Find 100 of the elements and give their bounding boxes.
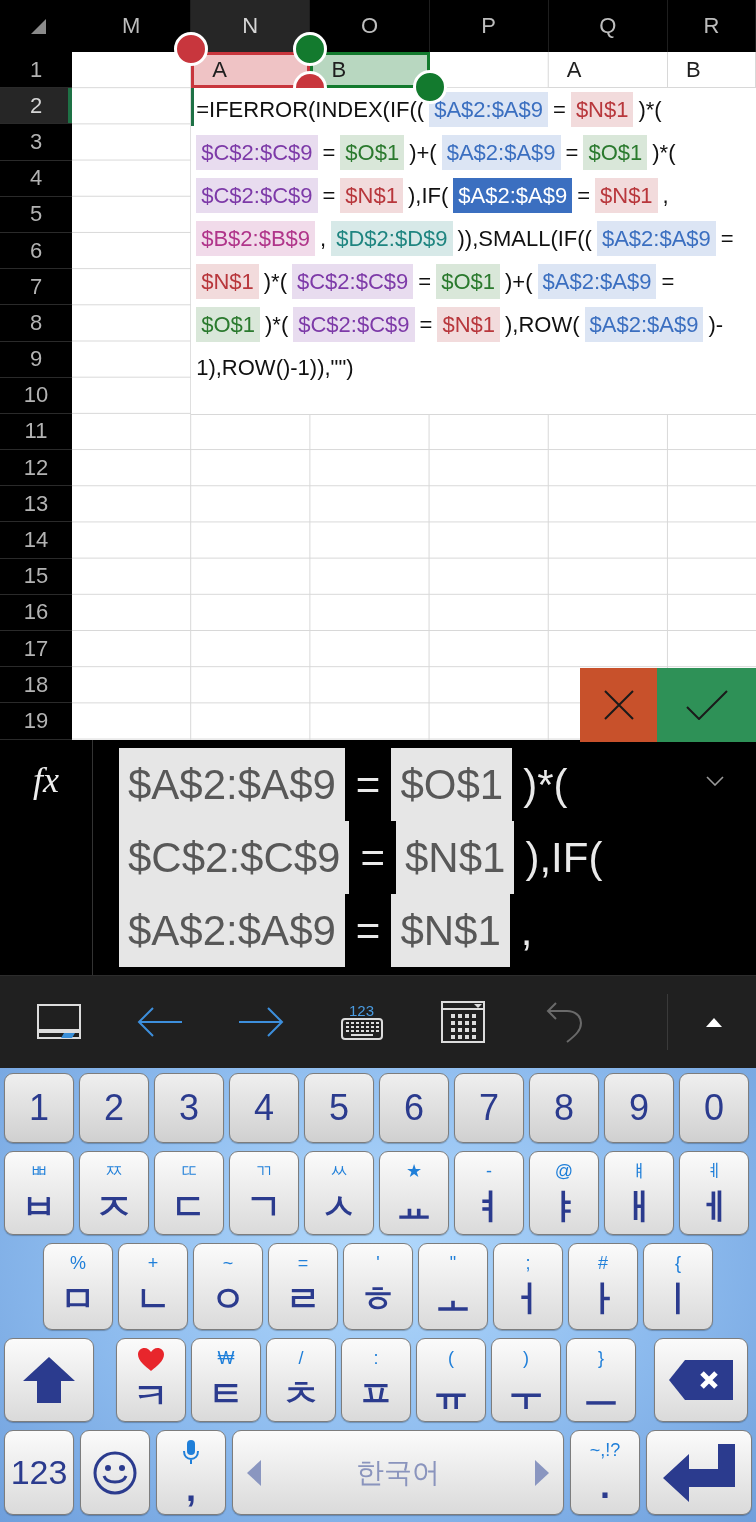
formula-text: = bbox=[322, 182, 336, 211]
cell-reference: $N$1 bbox=[391, 894, 510, 967]
cell-reference: $A$2:$A$9 bbox=[584, 307, 704, 343]
select-all-icon[interactable] bbox=[31, 19, 46, 34]
monitor-icon[interactable] bbox=[36, 1004, 81, 1040]
backspace-key[interactable] bbox=[654, 1338, 748, 1422]
microphone-icon bbox=[183, 1440, 199, 1464]
keyboard-key[interactable]: 123 bbox=[4, 1430, 74, 1515]
keyboard-key[interactable]: % ㅁ bbox=[43, 1243, 113, 1330]
arrow-up-icon bbox=[23, 1357, 75, 1403]
keyboard-key[interactable]: ' ㅎ bbox=[343, 1243, 413, 1330]
keyboard-key[interactable]: ㄲ ㄱ bbox=[229, 1151, 299, 1235]
formula-text: )+( bbox=[505, 268, 533, 297]
cell-editor[interactable] bbox=[191, 88, 756, 415]
cell-reference: $D$2:$D$9 bbox=[331, 221, 453, 257]
insert-function-button[interactable]: fx bbox=[33, 760, 59, 800]
keyboard-key[interactable]: 4 bbox=[229, 1073, 299, 1143]
formula-text: )*( bbox=[265, 311, 289, 340]
cell-reference: $C$2:$C$9 bbox=[119, 821, 350, 894]
keyboard-key[interactable]: 9 bbox=[604, 1073, 674, 1143]
keyboard-key[interactable]: 1 bbox=[4, 1073, 74, 1143]
keyboard-key[interactable]: 6 bbox=[379, 1073, 449, 1143]
close-icon bbox=[603, 690, 634, 720]
keyboard-key[interactable]: + ㄴ bbox=[118, 1243, 188, 1330]
cell-reference: $C$2:$C$9 bbox=[293, 307, 415, 343]
shift-key[interactable] bbox=[4, 1338, 94, 1422]
keyboard-key[interactable]: 8 bbox=[529, 1073, 599, 1143]
keyboard-key[interactable]: 0 bbox=[679, 1073, 749, 1143]
formula-text: ),IF( bbox=[525, 832, 603, 883]
chevron-down-icon[interactable] bbox=[706, 776, 724, 786]
keyboard-key[interactable]: # ㅏ bbox=[568, 1243, 638, 1330]
cell-reference: $A$2:$A$9 bbox=[119, 894, 345, 967]
keyboard-key[interactable]: 2 bbox=[79, 1073, 149, 1143]
keyboard-key[interactable]: ㅒ ㅐ bbox=[604, 1151, 674, 1235]
formula-text: , bbox=[662, 182, 669, 211]
formula-text: = bbox=[355, 905, 381, 956]
keyboard-key[interactable]: ( ㅠ bbox=[416, 1338, 486, 1422]
keyboard-key[interactable]: ㅆ ㅅ bbox=[304, 1151, 374, 1235]
cell-reference: $N$1 bbox=[340, 178, 403, 214]
keyboard-key[interactable]: ₩ ㅌ bbox=[191, 1338, 261, 1422]
arrow-left-icon[interactable] bbox=[136, 1007, 183, 1037]
smiley-icon bbox=[93, 1450, 137, 1495]
triangle-right-icon bbox=[535, 1459, 549, 1486]
arrow-right-icon[interactable] bbox=[237, 1007, 284, 1037]
keyboard-key[interactable]: ★ ㅛ bbox=[379, 1151, 449, 1235]
keyboard-key[interactable]: 3 bbox=[154, 1073, 224, 1143]
formula-text: )*( bbox=[638, 96, 662, 125]
cell-reference: $O$1 bbox=[391, 748, 513, 821]
emoji-key[interactable] bbox=[80, 1430, 150, 1515]
formula-text: = bbox=[720, 225, 734, 254]
formula-text: )- bbox=[708, 311, 724, 340]
keyboard-key[interactable]: ㅖ ㅔ bbox=[679, 1151, 749, 1235]
cell-reference: $N$1 bbox=[196, 264, 259, 300]
keyboard-key[interactable]: ~ ㅇ bbox=[193, 1243, 263, 1330]
heart-icon bbox=[138, 1348, 164, 1371]
grid-window-icon[interactable] bbox=[440, 1001, 485, 1043]
caret-up-icon[interactable] bbox=[706, 1017, 722, 1027]
formula-text: ),ROW( bbox=[505, 311, 580, 340]
keyboard-key[interactable]: = ㄹ bbox=[268, 1243, 338, 1330]
cell-reference: $A$2:$A$9 bbox=[119, 748, 345, 821]
keyboard-key[interactable]: ㄸ ㄷ bbox=[154, 1151, 224, 1235]
cell-reference: $A$2:$A$9 bbox=[537, 264, 657, 300]
keyboard-key[interactable]: / ㅊ bbox=[266, 1338, 336, 1422]
cell-reference: $C$2:$C$9 bbox=[196, 135, 318, 171]
keyboard-key[interactable]: ) ㅜ bbox=[491, 1338, 561, 1422]
keyboard-key[interactable]: , bbox=[156, 1430, 226, 1515]
keyboard-key[interactable]: ~,!? . bbox=[570, 1430, 640, 1515]
formula-text: = bbox=[577, 182, 590, 211]
formula-text: = bbox=[355, 759, 381, 810]
keyboard-key[interactable]: - ㅕ bbox=[454, 1151, 524, 1235]
keyboard-key[interactable]: { ㅣ bbox=[643, 1243, 713, 1330]
formula-text: , bbox=[520, 905, 533, 956]
formula-text: = bbox=[565, 139, 579, 168]
row-header[interactable]: 2 bbox=[0, 88, 72, 125]
keyboard-key[interactable]: @ ㅑ bbox=[529, 1151, 599, 1235]
keyboard-key[interactable]: ㅃ ㅂ bbox=[4, 1151, 74, 1235]
keyboard-key[interactable]: 5 bbox=[304, 1073, 374, 1143]
cancel-button[interactable] bbox=[580, 668, 657, 742]
keyboard-key[interactable]: } ㅡ bbox=[566, 1338, 636, 1422]
cell-reference: $N$1 bbox=[595, 178, 658, 214]
keyboard-key[interactable]: ; ㅓ bbox=[493, 1243, 563, 1330]
cell-reference: $A$2:$A$9 bbox=[441, 135, 561, 171]
keyboard-key[interactable]: ㅉ ㅈ bbox=[79, 1151, 149, 1235]
formula-text: = bbox=[661, 268, 675, 297]
cell-reference: $N$1 bbox=[437, 307, 500, 343]
cell-reference: $O$1 bbox=[583, 135, 648, 171]
numeric-keyboard-button[interactable]: 123 bbox=[340, 1004, 383, 1040]
keyboard-key[interactable]: : ㅍ bbox=[341, 1338, 411, 1422]
cell-grid[interactable] bbox=[72, 52, 756, 740]
column-header[interactable]: N bbox=[191, 0, 311, 52]
formula-text: )*( bbox=[263, 268, 287, 297]
formula-text: )+( bbox=[409, 139, 437, 168]
formula-text: = bbox=[418, 268, 432, 297]
keyboard-key[interactable]: 7 bbox=[454, 1073, 524, 1143]
keyboard-key[interactable]: " ㅗ bbox=[418, 1243, 488, 1330]
keyboard-key[interactable]: ㅋ bbox=[116, 1338, 186, 1422]
cell-reference: $C$2:$C$9 bbox=[292, 264, 414, 300]
spreadsheet-cell[interactable]: B bbox=[667, 52, 756, 89]
formula-text: )*( bbox=[652, 139, 676, 168]
enter-key[interactable] bbox=[646, 1430, 752, 1515]
